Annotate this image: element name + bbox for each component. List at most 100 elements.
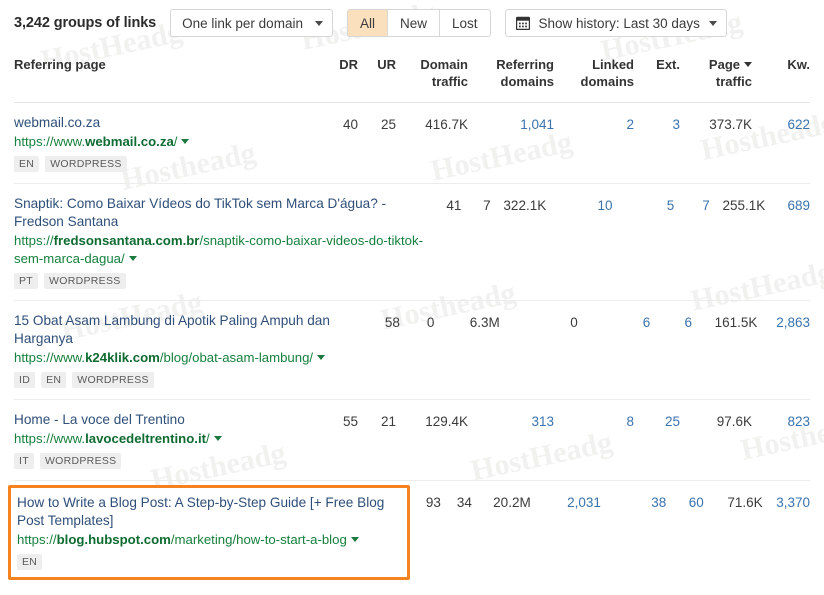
column-header-domain-traffic-line2: traffic (431, 74, 468, 89)
column-header-dr[interactable]: DR (320, 52, 358, 73)
referring-page-cell: Home - La voce del Trentino https://www.l… (14, 411, 320, 469)
referring-page-url[interactable]: https://blog.hubspot.com/marketing/how-t… (17, 531, 399, 549)
badge: WORDPRESS (44, 273, 126, 289)
table-row[interactable]: Home - La voce del Trentino https://www.l… (14, 400, 810, 481)
badge-list: IT WORDPRESS (14, 453, 312, 469)
column-header-domain-traffic[interactable]: Domain traffic (396, 52, 468, 90)
filter-tab-all[interactable]: All (347, 10, 388, 36)
chevron-down-icon (708, 20, 717, 26)
groups-count-label: 3,242 groups of links (14, 15, 157, 31)
filter-tab-new[interactable]: New (387, 10, 440, 36)
ur-value: 0 (426, 315, 435, 330)
badge: EN (41, 372, 67, 388)
referring-page-title-link[interactable]: 15 Obat Asam Lambung di Apotik Paling Am… (14, 312, 357, 348)
url-scheme: https:// (17, 532, 57, 547)
ext-value[interactable]: 3 (634, 114, 680, 134)
badge: WORDPRESS (39, 453, 122, 469)
url-domain: k24klik.com (85, 350, 160, 365)
linked-domains-value[interactable]: 8 (554, 411, 634, 431)
referring-page-url[interactable]: https://www.k24klik.com/blog/obat-asam-l… (14, 349, 357, 367)
table-header-row: Referring page DR UR Domain traffic Refe… (14, 46, 810, 103)
column-header-referring-page[interactable]: Referring page (14, 52, 320, 73)
linked-domains-value[interactable]: 6 (578, 312, 651, 332)
badge: WORDPRESS (72, 372, 154, 388)
ext-value[interactable]: 7 (674, 195, 710, 215)
referring-page-cell-highlighted: How to Write a Blog Post: A Step-by-Step… (8, 485, 410, 580)
calendar-icon (515, 16, 530, 30)
ext-value[interactable]: 6 (650, 312, 693, 332)
kw-value[interactable]: 622 (752, 114, 810, 134)
column-header-ext[interactable]: Ext. (634, 52, 680, 73)
badge-list: EN WORDPRESS (14, 156, 312, 172)
url-path: / (206, 431, 210, 446)
url-domain: webmail.co.za (85, 134, 174, 149)
link-mode-select[interactable]: One link per domain (170, 9, 333, 37)
linked-domains-value[interactable]: 5 (613, 195, 675, 215)
referring-domains-value[interactable]: 2,031 (531, 492, 601, 512)
referring-page-title-link[interactable]: Home - La voce del Trentino (14, 411, 312, 429)
ur-value: 7 (483, 198, 491, 213)
url-domain: blog.hubspot.com (56, 532, 171, 547)
table-row[interactable]: How to Write a Blog Post: A Step-by-Step… (8, 481, 810, 584)
column-header-page-traffic[interactable]: Page traffic (680, 52, 752, 90)
dr-value: 58 (384, 315, 400, 330)
referring-page-title-link[interactable]: webmail.co.za (14, 114, 312, 132)
url-scheme: https://www. (14, 431, 86, 446)
link-mode-label: One link per domain (182, 15, 303, 31)
url-menu-chevron-down-icon[interactable] (181, 139, 190, 144)
referring-domains-value[interactable]: 313 (468, 411, 554, 431)
referring-page-url[interactable]: https://fredsonsantana.com.br/snaptik-co… (14, 232, 424, 268)
linked-domains-value[interactable]: 2 (554, 114, 634, 134)
ext-value[interactable]: 60 (666, 492, 704, 512)
column-header-linked-domains-line2: domains (580, 74, 634, 89)
url-path: /blog/obat-asam-lambung/ (159, 350, 314, 365)
ext-value[interactable]: 25 (634, 411, 680, 431)
ur-value: 25 (380, 117, 396, 132)
dr-value: 93 (425, 495, 441, 510)
table-row[interactable]: 15 Obat Asam Lambung di Apotik Paling Am… (14, 301, 810, 400)
column-header-kw[interactable]: Kw. (752, 52, 810, 73)
kw-value[interactable]: 823 (752, 411, 810, 431)
badge: ID (14, 372, 36, 388)
table-body: webmail.co.za https://www.webmail.co.za/E… (0, 103, 824, 584)
referring-page-url[interactable]: https://www.lavocedeltrentino.it/ (14, 430, 312, 448)
url-path: /marketing/how-to-start-a-blog (170, 532, 347, 547)
backlinks-table: Referring page DR UR Domain traffic Refe… (0, 46, 824, 584)
kw-value[interactable]: 2,863 (757, 312, 810, 332)
referring-page-url[interactable]: https://www.webmail.co.za/ (14, 133, 312, 151)
badge: PT (14, 273, 39, 289)
link-status-filter-group: All New Lost (346, 9, 491, 37)
page-traffic-value: 97.6K (716, 414, 752, 429)
referring-page-title-link[interactable]: How to Write a Blog Post: A Step-by-Step… (17, 494, 399, 530)
referring-page-cell: 15 Obat Asam Lambung di Apotik Paling Am… (14, 312, 365, 388)
badge: WORDPRESS (45, 156, 127, 172)
table-row[interactable]: webmail.co.za https://www.webmail.co.za/E… (14, 103, 810, 184)
kw-value[interactable]: 3,370 (763, 492, 810, 512)
table-row[interactable]: Snaptik: Como Baixar Vídeos do TikTok se… (14, 184, 810, 301)
badge: IT (14, 453, 34, 469)
url-scheme: https://www. (14, 350, 86, 365)
url-menu-chevron-down-icon[interactable] (128, 256, 137, 261)
linked-domains-value[interactable]: 38 (601, 492, 666, 512)
url-menu-chevron-down-icon[interactable] (317, 355, 326, 360)
toolbar: 3,242 groups of links One link per domai… (0, 0, 824, 46)
column-header-linked-domains[interactable]: Linked domains (554, 52, 634, 90)
page-traffic-value: 71.6K (727, 495, 763, 510)
url-domain: fredsonsantana.com.br (53, 233, 200, 248)
filter-tab-lost[interactable]: Lost (440, 10, 490, 36)
column-header-referring-domains[interactable]: Referring domains (468, 52, 554, 90)
url-menu-chevron-down-icon[interactable] (350, 537, 359, 542)
page-traffic-value: 161.5K (714, 315, 758, 330)
show-history-label: Show history: Last 30 days (538, 15, 700, 31)
referring-domains-value[interactable]: 1,041 (468, 114, 554, 134)
column-header-ur[interactable]: UR (358, 52, 396, 73)
url-menu-chevron-down-icon[interactable] (213, 436, 222, 441)
column-header-linked-domains-line1: Linked (592, 57, 634, 72)
referring-domains-value[interactable]: 10 (546, 195, 613, 215)
domain-traffic-value: 6.3M (469, 315, 500, 330)
badge: EN (14, 156, 40, 172)
kw-value[interactable]: 689 (765, 195, 810, 215)
referring-page-title-link[interactable]: Snaptik: Como Baixar Vídeos do TikTok se… (14, 195, 424, 231)
show-history-select[interactable]: Show history: Last 30 days (504, 9, 727, 37)
domain-traffic-value: 322.1K (503, 198, 547, 213)
